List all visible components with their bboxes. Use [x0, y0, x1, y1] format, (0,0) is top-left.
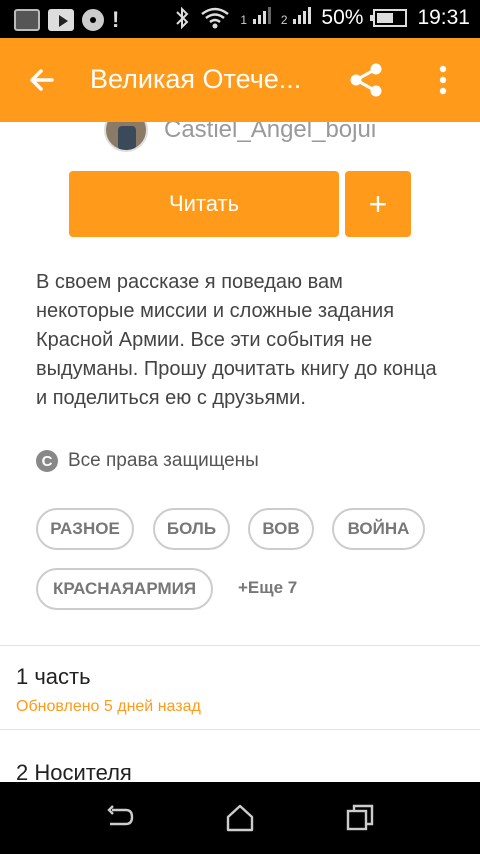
more-options-icon[interactable]: [430, 60, 456, 100]
status-bar: ! 1 2 50% 19:31: [0, 0, 480, 38]
clock: 19:31: [417, 6, 470, 29]
home-nav-icon[interactable]: [224, 802, 256, 834]
notification-icons: !: [14, 7, 119, 33]
app-bar: Великая Отече...: [0, 38, 480, 122]
tag-krasnayaarmiya[interactable]: КРАСНАЯАРМИЯ: [36, 568, 213, 610]
signal1-icon: [252, 6, 271, 24]
tag-voyna[interactable]: ВОЙНА: [332, 508, 425, 550]
screenshot-icon: [14, 9, 40, 31]
story-description: В своем рассказе я поведаю вам некоторые…: [36, 271, 437, 409]
tag-vov[interactable]: ВОВ: [248, 508, 314, 550]
back-arrow-icon[interactable]: [24, 60, 64, 100]
sim1-label: 1: [240, 13, 248, 27]
sim1-signal: 1: [240, 6, 271, 30]
music-icon: [82, 9, 104, 31]
chapter-updated: Обновлено 5 дней назад: [16, 698, 201, 715]
tag-bol[interactable]: БОЛЬ: [153, 508, 230, 550]
share-icon[interactable]: [346, 60, 386, 100]
alert-icon: !: [112, 7, 120, 32]
wifi-icon: [201, 7, 230, 29]
sim2-signal: 2: [281, 6, 312, 30]
recents-nav-icon[interactable]: [344, 802, 376, 834]
battery-icon: [370, 9, 408, 27]
copyright-row: C Все права защищены: [36, 450, 259, 472]
add-to-library-button[interactable]: +: [345, 171, 411, 237]
divider: [0, 729, 480, 730]
more-tags-link[interactable]: +Еще 7: [238, 578, 297, 598]
system-icons: 1 2 50% 19:31: [174, 6, 470, 30]
read-button[interactable]: Читать: [69, 171, 339, 237]
copyright-icon: C: [36, 450, 58, 472]
battery-percent: 50%: [321, 6, 364, 29]
chapter-item[interactable]: 1 часть Обновлено 5 дней назад: [16, 664, 201, 716]
sim2-label: 2: [280, 13, 288, 27]
bluetooth-icon: [176, 6, 189, 30]
signal2-icon: [293, 6, 312, 24]
youtube-icon: [48, 9, 74, 31]
divider: [0, 645, 480, 646]
page-title: Великая Отече...: [90, 64, 302, 94]
tag-raznoe[interactable]: РАЗНОЕ: [36, 508, 134, 550]
navigation-bar: [0, 782, 480, 854]
back-nav-icon[interactable]: [104, 802, 136, 834]
chapter-title: 1 часть: [16, 664, 91, 689]
copyright-text: Все права защищены: [68, 450, 259, 471]
